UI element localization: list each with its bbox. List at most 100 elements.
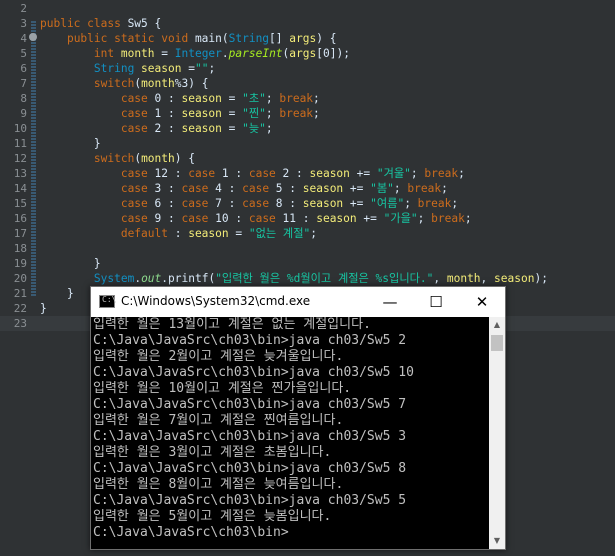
code-token: ) { [174,152,195,165]
code-text: public static void main(String[] args) { [40,31,336,46]
code-text: System.out.printf("입력한 월은 %d월이고 계절은 %s입니… [40,271,548,286]
code-line[interactable]: 5 int month = Integer.parseInt(args[0]); [0,46,615,61]
line-number: 23 [13,317,27,330]
code-line[interactable]: 11 } [0,136,615,151]
code-token: break [424,167,459,180]
line-number: 17 [13,227,27,240]
code-token: ; [441,182,448,195]
code-line[interactable]: 14 case 3 : case 4 : case 5 : season += … [0,181,615,196]
cmd-title-bar[interactable]: C:\ C:\Windows\System32\cmd.exe — ☐ ✕ [91,287,505,317]
code-line[interactable]: 20 System.out.printf("입력한 월은 %d월이고 계절은 %… [0,271,615,286]
close-button[interactable]: ✕ [459,287,505,317]
console-line: 입력한 월은 8월이고 계절은 늦여름입니다. [93,477,344,492]
line-number: 10 [13,122,27,135]
minimize-button[interactable]: — [367,287,413,317]
line-number: 16 [13,212,27,225]
code-text: case 12 : case 1 : case 2 : season += "겨… [40,166,465,181]
code-token: case [120,122,155,135]
code-token: 1 : [221,167,249,180]
code-token: case [248,212,283,225]
code-token: ; [313,107,320,120]
code-token: case [248,167,283,180]
code-line[interactable]: 9 case 1 : season = "찐"; break; [0,106,615,121]
fold-toggle-icon[interactable] [29,33,37,41]
scroll-down-arrow-icon[interactable]: ▼ [489,533,505,549]
code-token: case [181,197,216,210]
code-token: Integer [174,47,222,60]
code-token: } [40,302,47,315]
code-line[interactable]: 16 case 9 : case 10 : case 11 : season +… [0,211,615,226]
code-line[interactable]: 8 case 0 : season = "초"; break; [0,91,615,106]
code-line[interactable]: 6 String season =""; [0,61,615,76]
code-line[interactable]: 17 default : season = "없는 계절"; [0,226,615,241]
line-number: 6 [20,62,27,75]
code-text: case 3 : case 4 : case 5 : season += "봄"… [40,181,448,196]
console-output[interactable]: 입력한 월은 13월이고 계절은 없는 계절입니다. C:\Java\JavaS… [91,317,489,549]
line-number: 15 [13,197,27,210]
code-token: 6 : [154,197,182,210]
code-token: ; [410,167,425,180]
code-token: break [279,107,314,120]
code-line[interactable]: 12 switch(month) { [0,151,615,166]
code-text: switch(month%3) { [40,76,209,91]
code-line[interactable]: 15 case 6 : case 7 : case 8 : season += … [0,196,615,211]
code-token: month [120,47,155,60]
line-number: 22 [13,302,27,315]
console-line: 입력한 월은 5월이고 계절은 늦봄입니다. [93,509,332,524]
code-token: String [93,62,142,75]
code-token: = [221,122,243,135]
code-token: [] [269,32,290,45]
code-token: main( [194,32,229,45]
code-token: . [221,47,229,60]
code-token: 10 : [215,212,249,225]
line-number: 5 [20,47,27,60]
console-line: C:\Java\JavaSrc\ch03\bin>java ch03/Sw5 7 [93,397,407,412]
code-token: case [242,182,276,195]
code-line[interactable]: 2 [0,1,615,16]
code-line[interactable]: 4 public static void main(String[] args)… [0,31,615,46]
code-token: 5 : [275,182,303,195]
code-token: parseInt [228,47,283,60]
code-token: 2 : [282,167,310,180]
code-line[interactable]: 7 switch(month%3) { [0,76,615,91]
console-prompt-line: C:\Java\JavaSrc\ch03\bin> [93,525,289,540]
cmd-window[interactable]: C:\ C:\Windows\System32\cmd.exe — ☐ ✕ 입력… [90,286,506,550]
code-text: } [40,136,101,151]
scrollbar-thumb[interactable] [491,335,503,351]
code-text: case 2 : season = "늦"; [40,121,273,136]
code-line[interactable]: 18 [0,241,615,256]
vertical-scrollbar[interactable]: ▲ ▼ [489,317,505,549]
code-line[interactable]: 10 case 2 : season = "늦"; [0,121,615,136]
scroll-up-arrow-icon[interactable]: ▲ [489,317,505,333]
code-token: break [279,92,314,105]
code-line[interactable]: 3 public class Sw5 { [0,16,615,31]
code-token: 8 : [275,197,303,210]
code-token: += [343,197,371,210]
code-line[interactable]: 19 } [0,256,615,271]
code-token: = [221,107,243,120]
code-token: 12 : [154,167,189,180]
line-number: 13 [13,167,27,180]
code-token: case [242,197,276,210]
code-token: } [40,137,101,150]
code-token: = [228,227,249,240]
code-text: int month = Integer.parseInt(args[0]); [40,46,350,61]
code-token: %3) { [174,77,209,90]
code-token: public static void [66,32,195,45]
maximize-button[interactable]: ☐ [413,287,459,317]
code-text: case 9 : case 10 : case 11 : season += "… [40,211,472,226]
line-number: 9 [20,107,27,120]
code-line[interactable]: 13 case 12 : case 1 : case 2 : season +=… [0,166,615,181]
console-line: C:\Java\JavaSrc\ch03\bin>java ch03/Sw5 2 [93,333,407,348]
line-number: 4 [20,32,27,45]
code-token: "찐" [242,107,266,120]
console-line: 입력한 월은 2월이고 계절은 늦겨울입니다. [93,349,344,364]
